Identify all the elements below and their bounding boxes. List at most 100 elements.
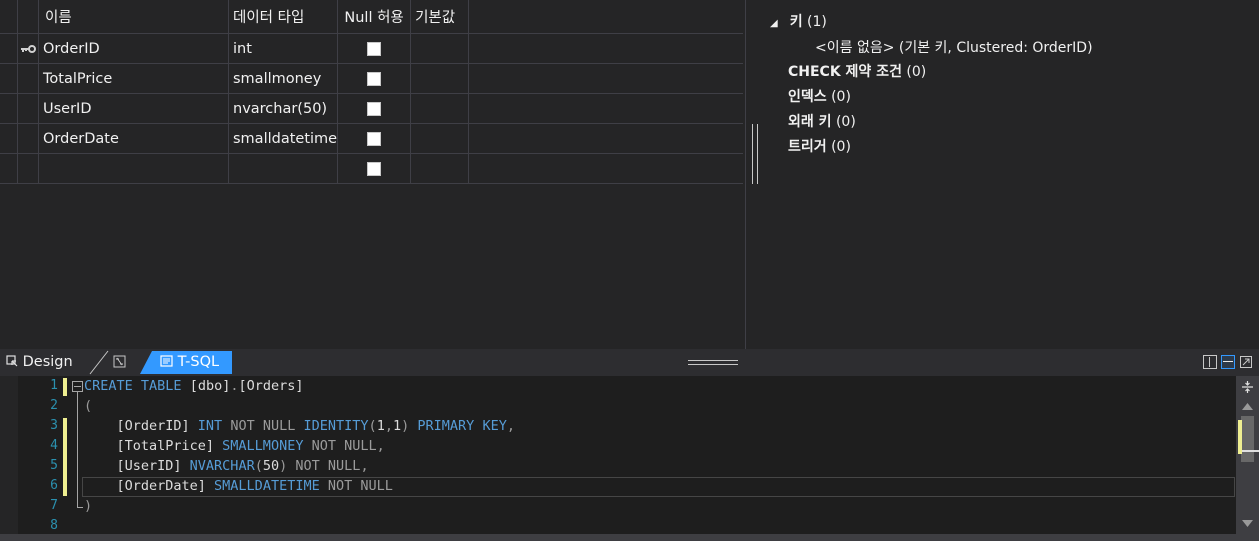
expand-triangle-icon[interactable]: ◢ xyxy=(770,18,778,29)
tab-tsql[interactable]: T-SQL xyxy=(140,351,232,374)
default-value-cell[interactable] xyxy=(410,93,470,124)
fk-label: 외래 키 xyxy=(788,114,832,130)
code-line[interactable]: [OrderID] INT NOT NULL IDENTITY(1,1) PRI… xyxy=(84,418,515,434)
default-value-cell[interactable] xyxy=(410,153,470,184)
key-indicator-header xyxy=(17,0,39,34)
row-selector[interactable] xyxy=(0,93,18,124)
keys-node[interactable]: ◢ 키 (1) xyxy=(770,11,827,31)
allow-null-cell[interactable] xyxy=(337,33,412,64)
indexes-node[interactable]: 인덱스 (0) xyxy=(788,86,851,106)
line-number: 2 xyxy=(50,398,58,413)
change-marker xyxy=(63,378,67,396)
swap-panes-icon[interactable] xyxy=(113,355,126,368)
tab-tsql-label: T-SQL xyxy=(177,354,220,370)
column-name-cell[interactable]: OrderID xyxy=(38,33,229,64)
code-line[interactable]: [TotalPrice] SMALLMONEY NOT NULL, xyxy=(84,438,385,454)
scrollbar-thumb[interactable] xyxy=(1241,416,1254,462)
fold-guide-end xyxy=(77,507,83,508)
line-number: 8 xyxy=(50,518,58,533)
column-name-cell[interactable] xyxy=(38,153,229,184)
index-label: 인덱스 xyxy=(788,89,827,105)
change-marker xyxy=(63,418,67,496)
allow-null-cell[interactable] xyxy=(337,63,412,94)
code-line[interactable]: ( xyxy=(84,398,92,414)
collapse-pane-icon[interactable] xyxy=(1240,356,1252,368)
collapse-region-icon[interactable] xyxy=(72,381,83,392)
row-selector[interactable] xyxy=(0,123,18,154)
header-filler xyxy=(468,0,744,34)
column-header-type[interactable]: 데이터 타입 xyxy=(228,0,339,34)
column-type-cell[interactable]: int xyxy=(228,33,339,64)
column-type-cell[interactable]: nvarchar(50) xyxy=(228,93,339,124)
primary-key-indicator xyxy=(17,33,39,64)
scroll-down-icon[interactable] xyxy=(1242,520,1253,527)
column-header-default[interactable]: 기본값 xyxy=(410,0,470,34)
triggers-node[interactable]: 트리거 (0) xyxy=(788,136,851,156)
line-number: 1 xyxy=(50,378,58,393)
horizontal-splitter-grip[interactable] xyxy=(688,360,738,365)
allow-null-checkbox[interactable] xyxy=(367,161,382,176)
code-line[interactable]: [OrderDate] SMALLDATETIME NOT NULL xyxy=(84,478,393,494)
column-type-cell[interactable]: smallmoney xyxy=(228,63,339,94)
table-row-new[interactable] xyxy=(0,153,744,184)
code-line[interactable]: CREATE TABLE [dbo].[Orders] xyxy=(84,378,304,394)
row-selector[interactable] xyxy=(0,63,18,94)
allow-null-cell[interactable] xyxy=(337,93,412,124)
allow-null-checkbox[interactable] xyxy=(367,101,382,116)
column-header-name[interactable]: 이름 xyxy=(38,0,229,34)
fold-guide xyxy=(77,392,78,508)
line-number: 4 xyxy=(50,438,58,453)
allow-null-cell[interactable] xyxy=(337,153,412,184)
fk-count: (0) xyxy=(835,114,856,130)
row-selector[interactable] xyxy=(0,33,18,64)
code-line[interactable]: [UserID] NVARCHAR(50) NOT NULL, xyxy=(84,458,369,474)
line-number: 3 xyxy=(50,418,58,433)
row-filler xyxy=(468,33,744,64)
column-name-cell[interactable]: TotalPrice xyxy=(38,63,229,94)
table-properties-pane: ◢ 키 (1) <이름 없음> (기본 키, Clustered: OrderID… xyxy=(746,0,1259,349)
table-row[interactable]: TotalPrice smallmoney xyxy=(0,63,744,94)
allow-null-checkbox[interactable] xyxy=(367,131,382,146)
foreign-keys-node[interactable]: 외래 키 (0) xyxy=(788,111,856,131)
key-indicator-cell xyxy=(17,93,39,124)
default-value-cell[interactable] xyxy=(410,123,470,154)
column-type-cell[interactable]: smalldatetime xyxy=(228,123,339,154)
header-row: 이름 데이터 타입 Null 허용 기본값 xyxy=(0,0,744,34)
index-count: (0) xyxy=(831,89,851,105)
default-value-cell[interactable] xyxy=(410,63,470,94)
code-line[interactable]: ) xyxy=(84,498,92,514)
default-value-cell[interactable] xyxy=(410,33,470,64)
table-row[interactable]: OrderDate smalldatetime xyxy=(0,123,744,154)
row-filler xyxy=(468,123,744,154)
key-indicator-cell xyxy=(17,63,39,94)
tsql-editor[interactable]: 1 2 3 4 5 6 7 8 CREATE TABLE [dbo].[Orde… xyxy=(0,376,1259,541)
vertical-split-icon[interactable] xyxy=(1203,355,1217,369)
scroll-up-icon[interactable] xyxy=(1242,403,1253,410)
column-type-cell[interactable] xyxy=(228,153,339,184)
line-number: 7 xyxy=(50,498,58,513)
horizontal-scrollbar[interactable] xyxy=(0,534,1236,541)
tab-design[interactable]: Design xyxy=(6,351,73,374)
trigger-count: (0) xyxy=(831,139,851,155)
column-name-cell[interactable]: OrderDate xyxy=(38,123,229,154)
table-row[interactable]: UserID nvarchar(50) xyxy=(0,93,744,124)
split-editor-icon[interactable] xyxy=(1241,380,1254,394)
allow-null-checkbox[interactable] xyxy=(367,71,382,86)
column-name-cell[interactable]: UserID xyxy=(38,93,229,124)
allow-null-cell[interactable] xyxy=(337,123,412,154)
check-constraints-node[interactable]: CHECK 제약 조건 (0) xyxy=(788,61,926,81)
row-filler xyxy=(468,63,744,94)
allow-null-checkbox[interactable] xyxy=(367,41,382,56)
keys-count: (1) xyxy=(807,14,827,30)
table-row[interactable]: OrderID int xyxy=(0,33,744,64)
line-number: 5 xyxy=(50,458,58,473)
row-filler xyxy=(468,153,744,184)
scroll-change-marker xyxy=(1238,420,1242,454)
row-selector-header xyxy=(0,0,18,34)
key-item[interactable]: <이름 없음> (기본 키, Clustered: OrderID) xyxy=(815,37,1093,57)
row-selector[interactable] xyxy=(0,153,18,184)
column-header-null[interactable]: Null 허용 xyxy=(337,0,412,34)
sql-script-icon xyxy=(160,355,173,367)
key-indicator-cell xyxy=(17,153,39,184)
horizontal-split-icon[interactable] xyxy=(1221,355,1235,369)
